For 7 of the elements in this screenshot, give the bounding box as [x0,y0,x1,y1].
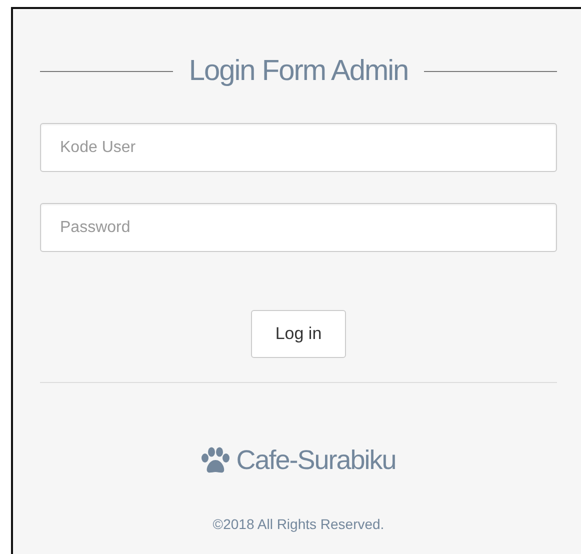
brand-name: Cafe-Surabiku [236,445,396,476]
paw-icon [201,447,230,474]
user-field[interactable]: Kode User [40,123,557,172]
copyright-text: ©2018 All Rights Reserved. [212,516,384,532]
login-button[interactable]: Log in [251,310,346,358]
form-title: Login Form Admin [188,54,408,88]
password-field[interactable]: Password [40,203,557,252]
